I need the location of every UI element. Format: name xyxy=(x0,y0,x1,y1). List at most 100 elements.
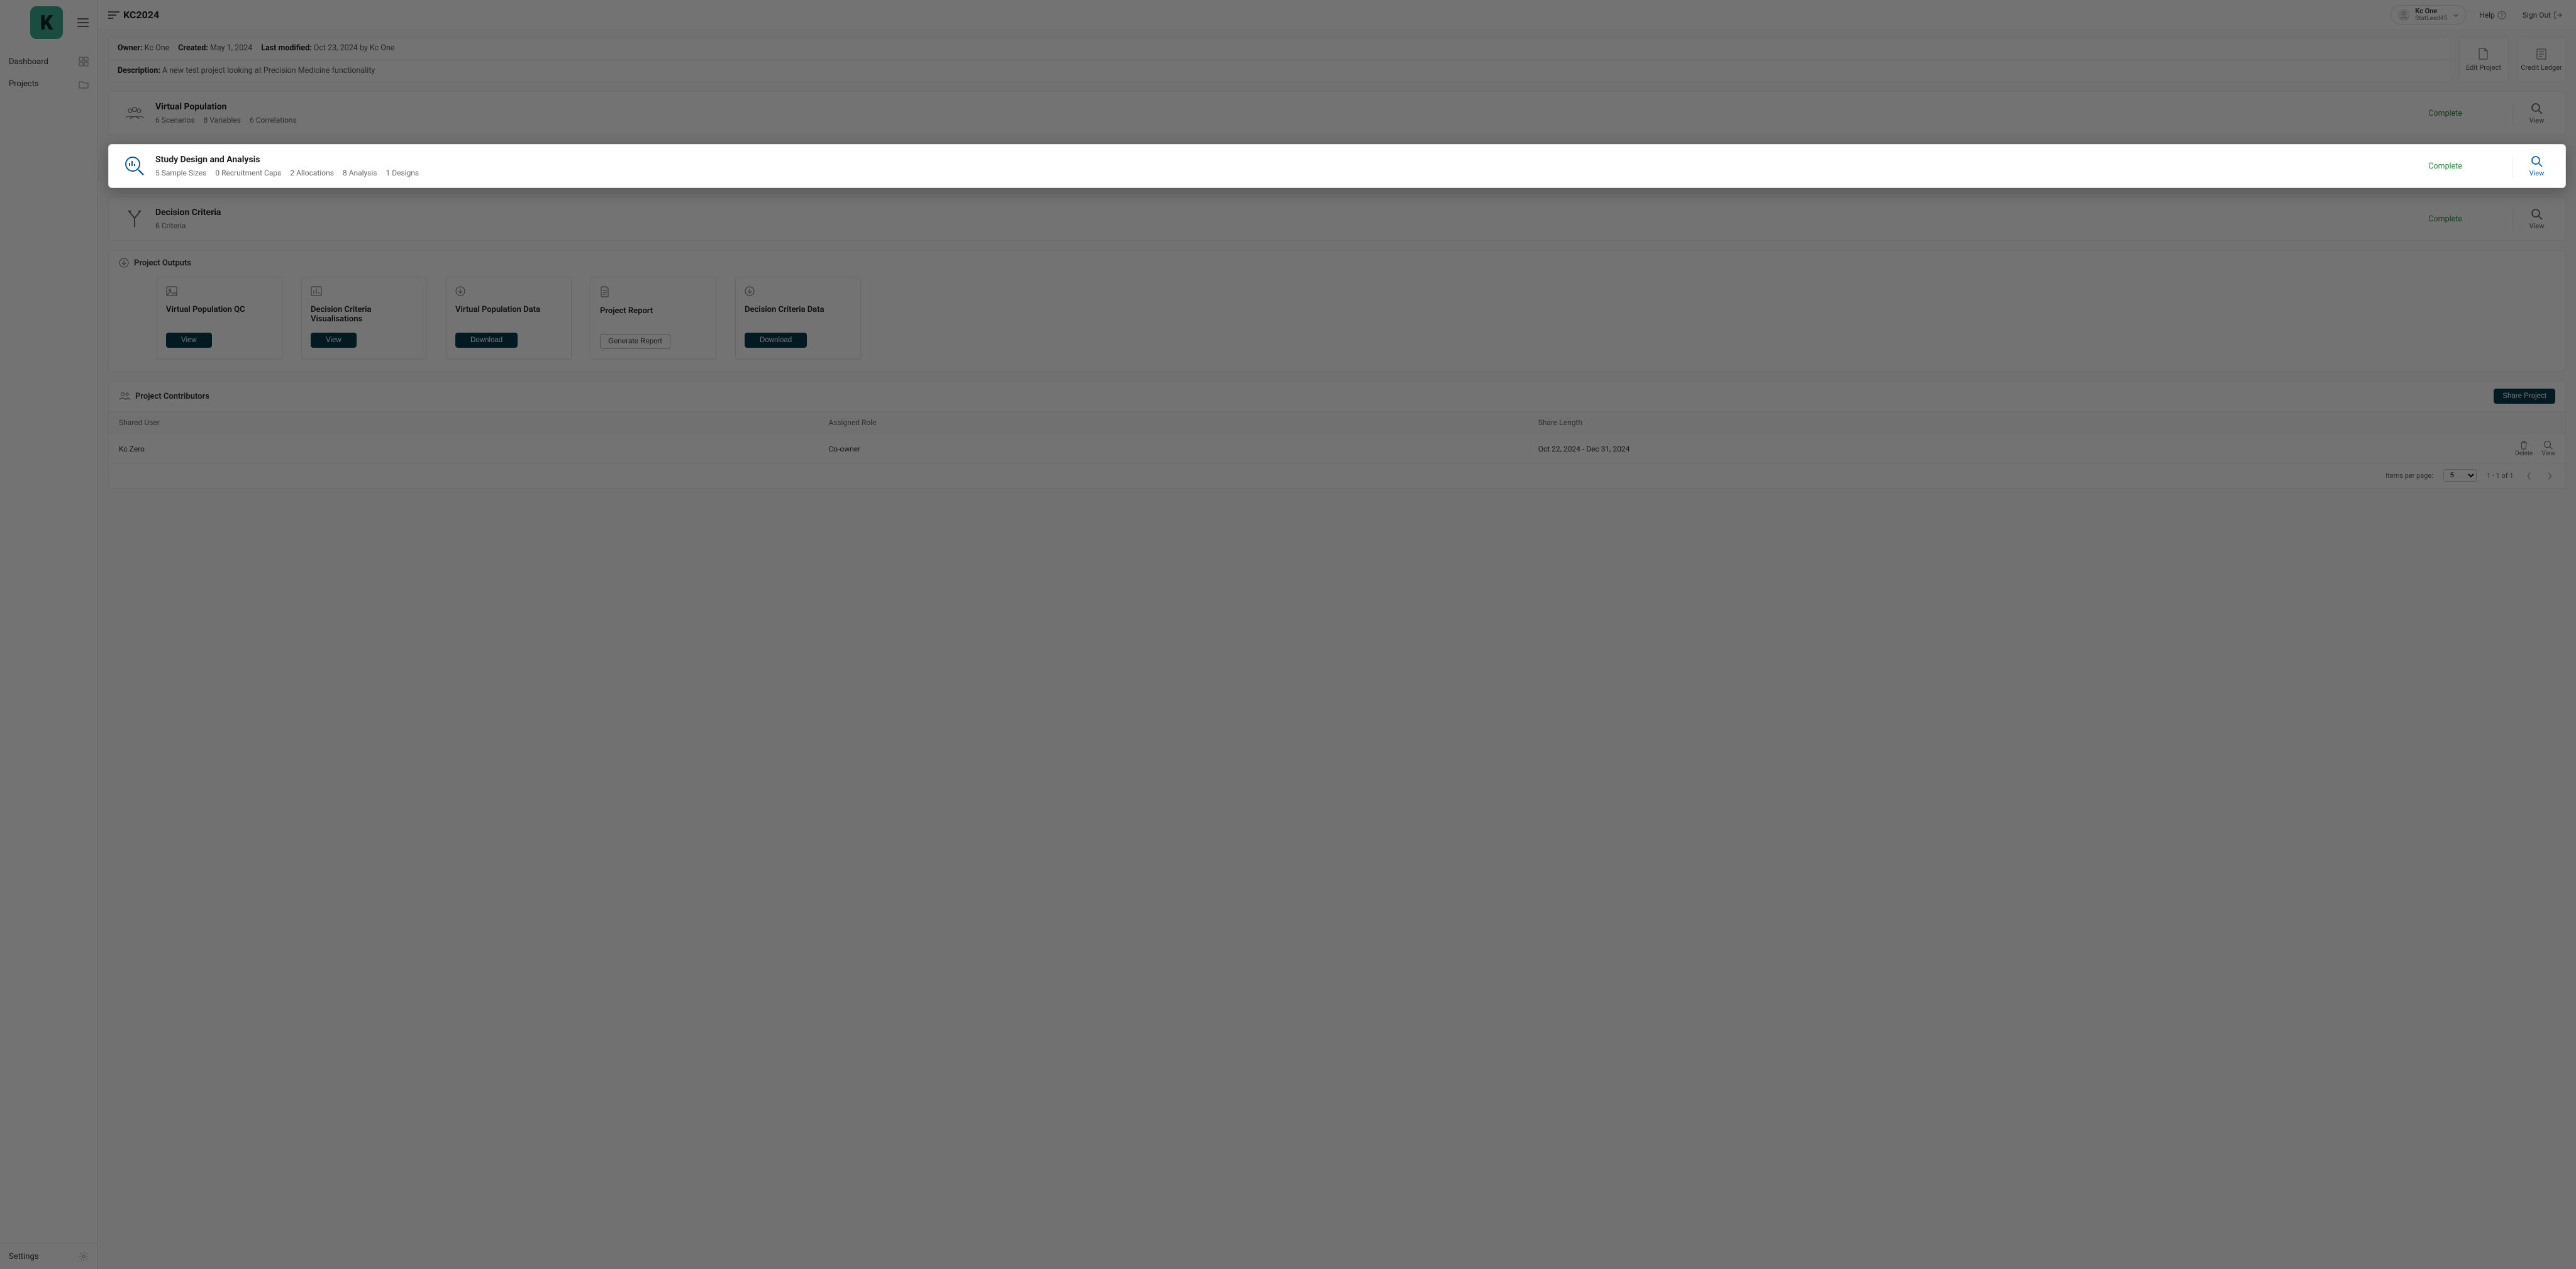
section-sub: 8 Analysis xyxy=(343,169,377,177)
meta-modified-value: Oct 23, 2024 by Kc One xyxy=(314,43,395,53)
sidebar-item-label: Projects xyxy=(9,79,39,89)
next-page-icon[interactable]: ❯ xyxy=(2545,472,2555,480)
output-action-button[interactable]: Download xyxy=(455,333,518,348)
image-icon xyxy=(166,286,273,296)
document-icon xyxy=(600,286,707,297)
section-title: Study Design and Analysis xyxy=(155,155,2428,165)
delete-label: Delete xyxy=(2515,450,2533,457)
status-badge: Complete xyxy=(2428,109,2462,118)
credit-ledger-label: Credit Ledger xyxy=(2521,64,2562,72)
view-label: View xyxy=(2529,169,2545,177)
table-row: Kc Zero Co-owner Oct 22, 2024 - Dec 31, … xyxy=(109,434,2565,464)
section-title: Decision Criteria xyxy=(155,208,2428,218)
sidebar-item-dashboard[interactable]: Dashboard xyxy=(0,50,97,73)
meta-created-value: May 1, 2024 xyxy=(210,43,252,53)
download-circle-icon xyxy=(745,286,852,296)
output-card: Decision Criteria Visualisations View xyxy=(301,277,427,360)
topbar: KC2024 Kc One StatLead45 Help xyxy=(98,0,2576,30)
help-button[interactable]: Help ? xyxy=(2475,8,2510,22)
share-project-button[interactable]: Share Project xyxy=(2494,389,2555,404)
output-action-button[interactable]: View xyxy=(166,333,212,348)
delete-button[interactable]: Delete xyxy=(2515,440,2533,457)
sidebar-item-label: Dashboard xyxy=(9,57,48,67)
meta-owner-value: Kc One xyxy=(145,43,169,53)
output-action-button[interactable]: Generate Report xyxy=(600,334,670,349)
view-label: View xyxy=(2529,116,2545,125)
meta-description-label: Description: xyxy=(118,66,160,75)
section-study-design: Study Design and Analysis 5 Sample Sizes… xyxy=(108,144,2566,188)
people-icon xyxy=(119,392,130,401)
page-title: KC2024 xyxy=(123,9,159,21)
search-icon xyxy=(2543,440,2553,450)
output-card: Decision Criteria Data Download xyxy=(735,277,861,360)
items-per-page-select[interactable]: 5 xyxy=(2443,469,2477,482)
prev-page-icon[interactable]: ❮ xyxy=(2524,472,2534,480)
section-sub: 8 Variables xyxy=(204,116,241,125)
sidebar-item-label: Settings xyxy=(9,1252,38,1261)
download-icon xyxy=(119,258,129,268)
view-label: View xyxy=(2529,222,2545,230)
branch-icon xyxy=(120,209,149,228)
credit-ledger-button[interactable]: Credit Ledger xyxy=(2517,36,2566,82)
section-sub: 2 Allocations xyxy=(290,169,334,177)
user-name: Kc One xyxy=(2415,8,2447,15)
output-card: Project Report Generate Report xyxy=(591,277,716,360)
sidebar: K Dashboard Projects Settings xyxy=(0,0,98,1269)
search-icon xyxy=(2531,155,2543,168)
main-content: KC2024 Kc One StatLead45 Help xyxy=(98,0,2576,1269)
section-virtual-population: Virtual Population 6 Scenarios 8 Variabl… xyxy=(108,91,2566,135)
column-header-user: Shared User xyxy=(119,418,828,427)
output-action-button[interactable]: Download xyxy=(745,333,807,348)
sidebar-item-settings[interactable]: Settings xyxy=(0,1243,97,1269)
contributors-panel: Project Contributors Share Project Share… xyxy=(108,380,2566,489)
ledger-icon xyxy=(2534,47,2548,61)
output-title: Virtual Population Data xyxy=(455,305,562,324)
menu-toggle-icon[interactable] xyxy=(74,14,92,31)
view-button[interactable]: View xyxy=(2512,103,2554,125)
view-button[interactable]: View xyxy=(2512,155,2554,177)
signout-icon xyxy=(2553,11,2562,19)
items-per-page-label: Items per page: xyxy=(2385,472,2433,480)
cell-role: Co-owner xyxy=(828,445,1538,453)
section-sub: 6 Correlations xyxy=(250,116,297,125)
gear-icon xyxy=(79,1251,89,1261)
app-logo: K xyxy=(30,6,63,39)
help-icon: ? xyxy=(2497,11,2506,19)
section-sub: 5 Sample Sizes xyxy=(155,169,206,177)
search-icon xyxy=(2531,208,2543,221)
sort-icon xyxy=(108,11,119,19)
chevron-down-icon xyxy=(2452,11,2460,19)
analysis-icon xyxy=(120,155,149,177)
section-sub: 1 Designs xyxy=(386,169,419,177)
meta-description-value: A new test project looking at Precision … xyxy=(162,66,375,75)
user-chip[interactable]: Kc One StatLead45 xyxy=(2390,5,2467,25)
output-title: Project Report xyxy=(600,306,707,325)
people-icon xyxy=(120,106,149,121)
trash-icon xyxy=(2519,440,2528,450)
folder-icon xyxy=(79,80,89,89)
download-circle-icon xyxy=(455,286,562,296)
edit-icon xyxy=(2477,47,2490,61)
project-outputs-panel: Project Outputs Virtual Population QC Vi… xyxy=(108,250,2566,372)
view-label: View xyxy=(2541,450,2555,457)
output-title: Decision Criteria Visualisations xyxy=(311,305,418,324)
meta-modified-label: Last modified: xyxy=(261,43,311,53)
sidebar-item-projects[interactable]: Projects xyxy=(0,73,97,95)
help-label: Help xyxy=(2479,11,2495,19)
view-button[interactable]: View xyxy=(2541,440,2555,457)
search-icon xyxy=(2531,103,2543,115)
cell-length: Oct 22, 2024 - Dec 31, 2024 xyxy=(1538,445,2248,453)
signout-button[interactable]: Sign Out xyxy=(2519,8,2566,22)
user-role: StatLead45 xyxy=(2415,15,2447,22)
output-action-button[interactable]: View xyxy=(311,333,357,348)
status-badge: Complete xyxy=(2428,214,2462,224)
contributors-heading: Project Contributors xyxy=(135,392,209,401)
svg-text:?: ? xyxy=(2501,13,2503,19)
view-button[interactable]: View xyxy=(2512,208,2554,230)
section-sub: 6 Scenarios xyxy=(155,116,195,125)
edit-project-label: Edit Project xyxy=(2466,64,2501,72)
meta-owner-label: Owner: xyxy=(118,43,143,53)
section-sub: 6 Criteria xyxy=(155,221,186,230)
edit-project-button[interactable]: Edit Project xyxy=(2459,36,2508,82)
section-decision-criteria: Decision Criteria 6 Criteria Complete Vi… xyxy=(108,197,2566,241)
